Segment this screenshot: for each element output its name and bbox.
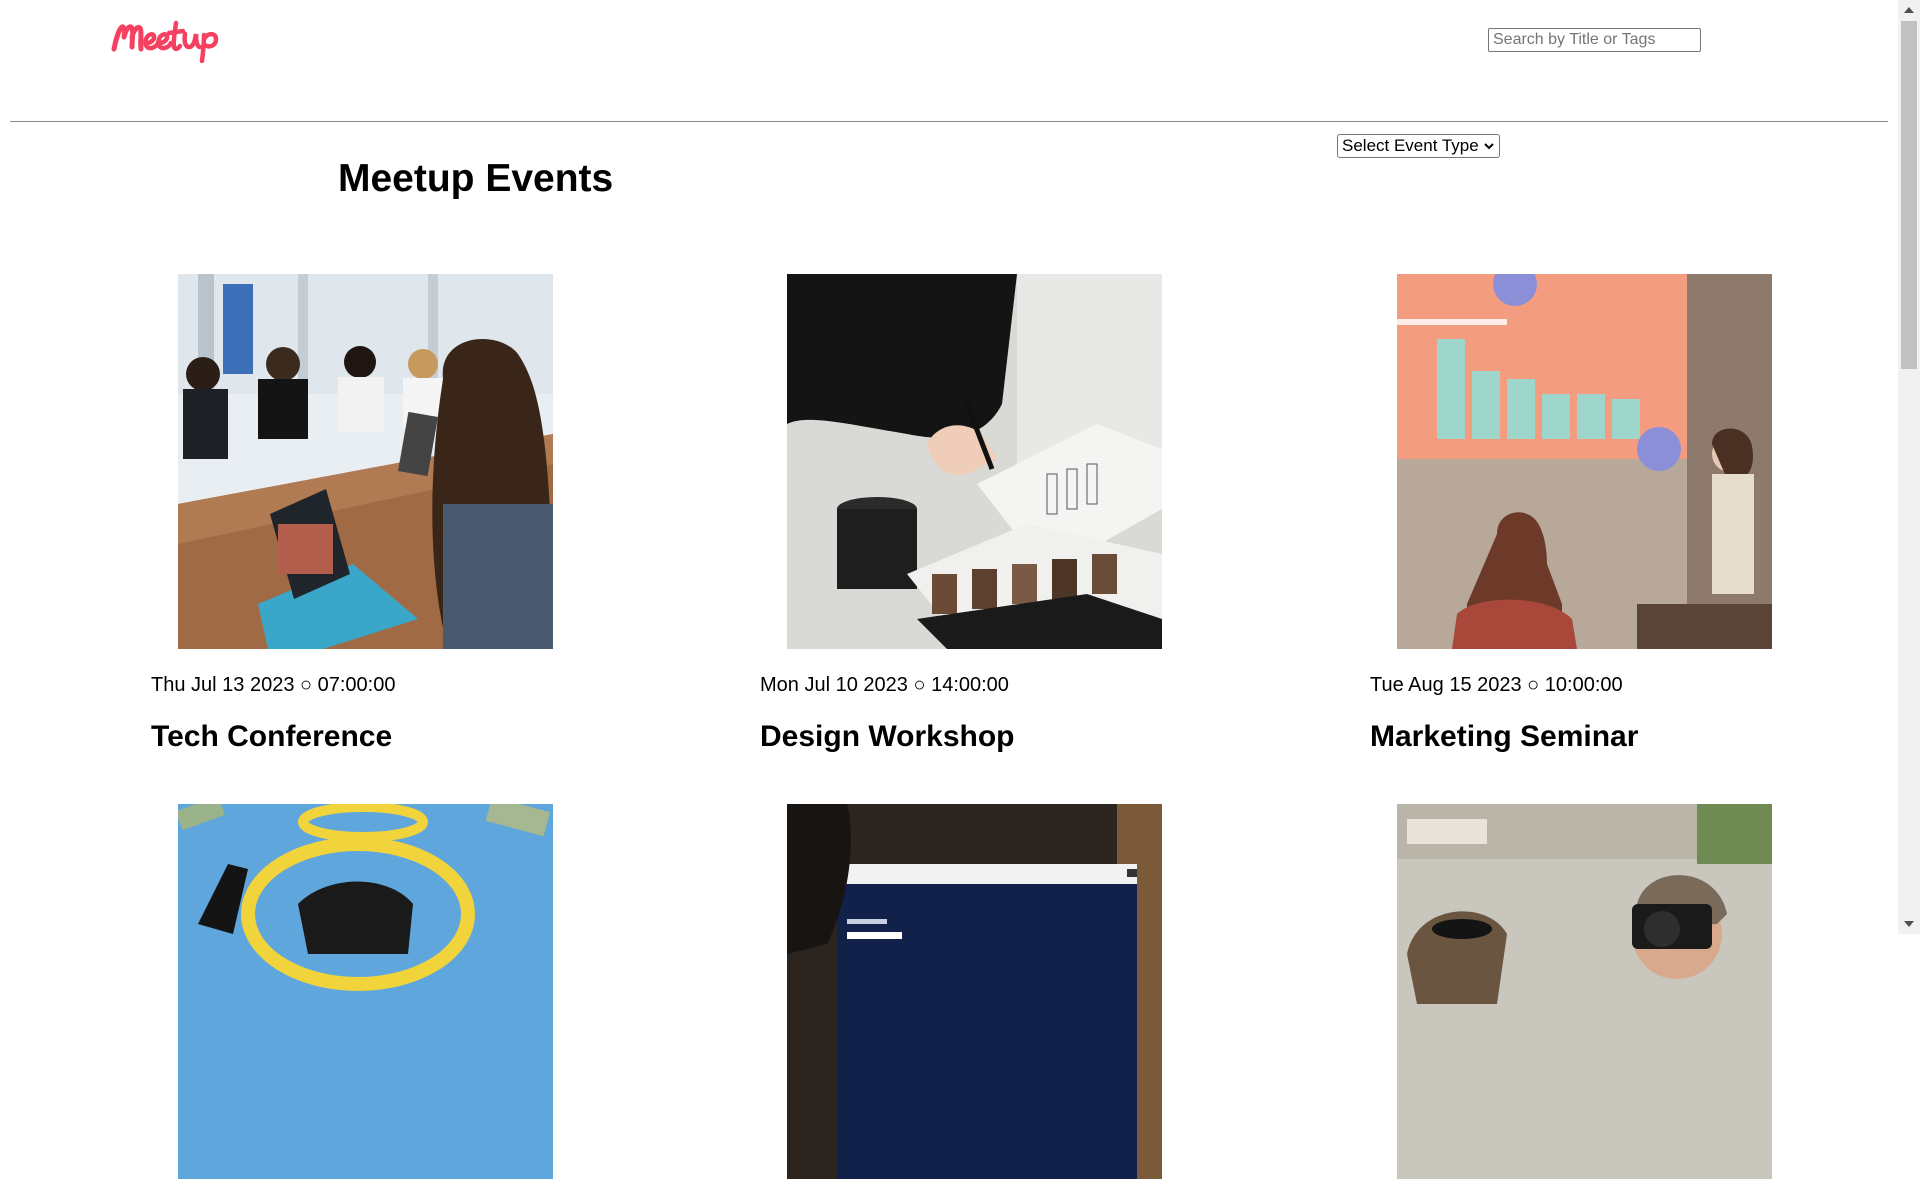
sketching-notebook-photo (787, 274, 1162, 649)
event-title[interactable]: Design Workshop (760, 720, 1014, 754)
presentation-chart-photo (1397, 274, 1772, 649)
event-image[interactable] (1397, 804, 1772, 1179)
meetup-logo-icon (111, 20, 219, 63)
scroll-up-arrow-icon[interactable] (1898, 0, 1920, 20)
event-date: Thu Jul 13 2023 ○ 07:00:00 (151, 674, 396, 696)
money-halo-illustration (178, 804, 553, 1179)
data-science-screen-photo (787, 804, 1162, 1179)
event-date: Mon Jul 10 2023 ○ 14:00:00 (760, 674, 1009, 696)
event-title[interactable]: Marketing Seminar (1370, 720, 1638, 754)
vertical-scrollbar[interactable] (1898, 0, 1920, 934)
scrollbar-thumb[interactable] (1901, 21, 1917, 369)
event-type-select-value: Select Event Type (1342, 136, 1479, 155)
event-date: Tue Aug 15 2023 ○ 10:00:00 (1370, 674, 1623, 696)
event-image[interactable] (787, 274, 1162, 649)
search-input[interactable] (1488, 28, 1701, 52)
photographer-street-photo (1397, 804, 1772, 1179)
scroll-down-arrow-icon[interactable] (1898, 914, 1920, 934)
event-image[interactable] (1397, 274, 1772, 649)
meetup-logo[interactable] (110, 17, 230, 63)
header-divider (10, 121, 1888, 122)
page-title: Meetup Events (338, 157, 614, 200)
event-type-select[interactable]: Select Event Type (1337, 134, 1500, 158)
event-image[interactable] (787, 804, 1162, 1179)
event-title[interactable]: Tech Conference (151, 720, 392, 754)
event-image[interactable] (178, 274, 553, 649)
office-meeting-photo (178, 274, 553, 649)
chevron-down-icon (1484, 143, 1494, 150)
event-image[interactable] (178, 804, 553, 1179)
